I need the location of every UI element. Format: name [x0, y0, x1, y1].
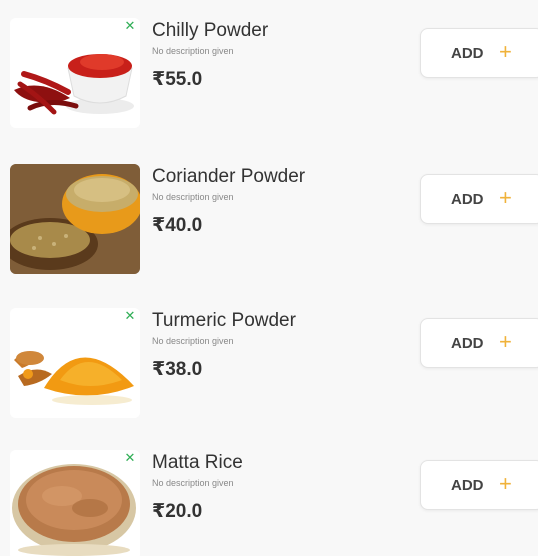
- veg-indicator-icon: ✕: [124, 308, 136, 323]
- product-price: ₹38.0: [152, 359, 203, 380]
- product-description: No description given: [152, 336, 234, 346]
- product-image[interactable]: [10, 450, 140, 556]
- veg-indicator-icon: ✕: [124, 450, 136, 465]
- product-name: Chilly Powder: [152, 20, 269, 41]
- add-button-label: ADD: [451, 45, 484, 62]
- add-button-label: ADD: [451, 191, 484, 208]
- product-item: ✕ Matta Rice No description given ₹20.0 …: [0, 446, 538, 556]
- product-price: ₹20.0: [152, 501, 203, 522]
- plus-icon: +: [499, 39, 512, 64]
- add-to-cart-button[interactable]: ADD +: [420, 28, 538, 78]
- product-price: ₹40.0: [152, 215, 203, 236]
- add-to-cart-button[interactable]: ADD +: [420, 174, 538, 224]
- product-list: ✕ Chilly Powder No description given ₹55…: [0, 0, 538, 556]
- product-name: Matta Rice: [152, 452, 243, 473]
- add-button-label: ADD: [451, 335, 484, 352]
- product-description: No description given: [152, 46, 234, 56]
- product-name: Turmeric Powder: [152, 310, 296, 331]
- product-image[interactable]: [10, 308, 140, 418]
- product-description: No description given: [152, 478, 234, 488]
- product-image[interactable]: [10, 18, 140, 128]
- product-price: ₹55.0: [152, 69, 203, 90]
- plus-icon: +: [499, 329, 512, 354]
- product-item: Coriander Powder No description given ₹4…: [0, 160, 538, 280]
- add-button-label: ADD: [451, 477, 484, 494]
- plus-icon: +: [499, 185, 512, 210]
- add-to-cart-button[interactable]: ADD +: [420, 460, 538, 510]
- veg-indicator-icon: ✕: [124, 18, 136, 33]
- product-item: ✕ Chilly Powder No description given ₹55…: [0, 14, 538, 134]
- product-item: ✕ Turmeric Powder No description given ₹…: [0, 304, 538, 424]
- add-to-cart-button[interactable]: ADD +: [420, 318, 538, 368]
- product-name: Coriander Powder: [152, 166, 306, 187]
- product-image[interactable]: [10, 164, 140, 274]
- plus-icon: +: [499, 471, 512, 496]
- product-description: No description given: [152, 192, 234, 202]
